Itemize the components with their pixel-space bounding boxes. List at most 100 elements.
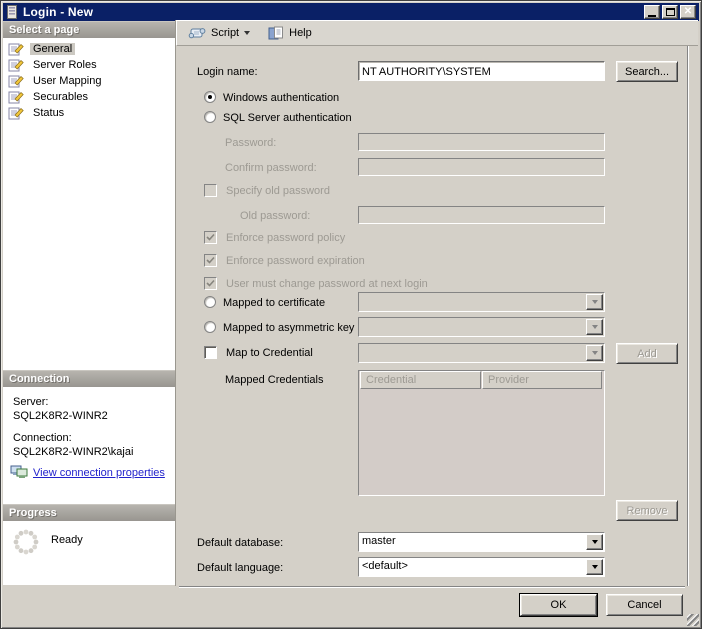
page-icon xyxy=(8,74,24,88)
must-change-password-checkbox xyxy=(204,277,217,290)
view-connection-properties-link[interactable]: View connection properties xyxy=(33,467,165,479)
enforce-password-expiration-label: Enforce password expiration xyxy=(226,255,365,267)
script-button-label: Script xyxy=(211,27,239,39)
progress-status: Ready xyxy=(51,534,83,546)
credential-combo xyxy=(358,343,605,363)
combo-field xyxy=(358,292,605,312)
certificate-combo xyxy=(358,292,605,312)
default-language-value: <default> xyxy=(362,560,585,572)
sidebar-item-label: General xyxy=(30,43,75,55)
page-icon xyxy=(8,58,24,72)
confirm-password-input xyxy=(358,158,605,176)
minimize-icon xyxy=(648,15,656,17)
map-to-credential-checkbox[interactable] xyxy=(204,346,217,359)
resize-grip[interactable] xyxy=(687,614,699,626)
chevron-down-icon xyxy=(592,351,598,355)
window-title: Login - New xyxy=(23,5,93,19)
footer-separator-highlight xyxy=(179,587,685,588)
check-icon xyxy=(206,256,215,265)
connection-panel: Server: SQL2K8R2-WINR2 Connection: SQL2K… xyxy=(3,387,176,504)
map-to-credential-label: Map to Credential xyxy=(226,347,313,359)
mapped-to-asymmetric-key-radio[interactable] xyxy=(204,321,216,333)
default-database-value: master xyxy=(362,535,585,547)
mapped-to-certificate-label: Mapped to certificate xyxy=(223,297,325,309)
chevron-down-icon xyxy=(592,540,598,544)
page-icon xyxy=(8,90,24,104)
cancel-button[interactable]: Cancel xyxy=(606,594,683,616)
connection-properties-icon xyxy=(10,465,28,483)
maximize-icon xyxy=(666,8,675,16)
combo-dropdown-button xyxy=(586,294,603,310)
combo-dropdown-button[interactable] xyxy=(586,534,603,550)
windows-authentication-label: Windows authentication xyxy=(223,92,339,104)
confirm-password-label: Confirm password: xyxy=(225,162,317,174)
ok-button[interactable]: OK xyxy=(520,594,597,616)
login-name-input[interactable] xyxy=(358,61,605,81)
close-button[interactable]: ✕ xyxy=(680,5,696,19)
sidebar-item-server-roles[interactable]: Server Roles xyxy=(3,57,176,73)
enforce-password-policy-checkbox xyxy=(204,231,217,244)
combo-dropdown-button[interactable] xyxy=(586,559,603,575)
chevron-down-icon xyxy=(244,31,250,35)
page-icon xyxy=(8,42,24,56)
sidebar-item-label: Securables xyxy=(30,91,91,103)
script-button[interactable]: Script xyxy=(182,22,256,44)
sidebar-item-label: Server Roles xyxy=(30,59,100,71)
help-button-label: Help xyxy=(289,27,312,39)
login-name-label: Login name: xyxy=(197,66,258,78)
close-icon: ✕ xyxy=(684,7,692,17)
sidebar-item-label: Status xyxy=(30,107,67,119)
chevron-down-icon xyxy=(592,300,598,304)
sidebar-item-status[interactable]: Status xyxy=(3,105,176,121)
asymmetric-key-combo xyxy=(358,317,605,337)
password-input xyxy=(358,133,605,151)
mapped-to-asymmetric-key-label: Mapped to asymmetric key xyxy=(223,322,354,334)
sidebar-item-general[interactable]: General xyxy=(3,41,176,57)
main-right-border-highlight xyxy=(688,46,689,586)
select-a-page-header: Select a page xyxy=(3,21,176,38)
check-icon xyxy=(206,233,215,242)
column-header-provider: Provider xyxy=(482,371,602,389)
combo-field xyxy=(358,343,605,363)
sidebar-main-divider xyxy=(175,20,176,586)
progress-panel: Ready xyxy=(3,521,176,585)
enforce-password-policy-label: Enforce password policy xyxy=(226,232,345,244)
sql-authentication-label: SQL Server authentication xyxy=(223,112,352,124)
connection-header: Connection xyxy=(3,370,176,387)
mapped-credentials-label: Mapped Credentials xyxy=(225,374,323,386)
server-value: SQL2K8R2-WINR2 xyxy=(13,410,108,422)
specify-old-password-checkbox xyxy=(204,184,217,197)
page-list-panel: General Server Roles User Mapping Secura… xyxy=(3,38,176,370)
sidebar-item-securables[interactable]: Securables xyxy=(3,89,176,105)
chevron-down-icon xyxy=(592,565,598,569)
default-database-combo[interactable]: master xyxy=(358,532,605,552)
mapped-to-certificate-radio[interactable] xyxy=(204,296,216,308)
search-button[interactable]: Search... xyxy=(616,61,678,82)
server-label: Server: xyxy=(13,396,48,408)
check-icon xyxy=(206,279,215,288)
minimize-button[interactable] xyxy=(644,5,660,19)
help-button[interactable]: Help xyxy=(262,22,318,44)
script-icon xyxy=(188,26,206,40)
remove-button: Remove xyxy=(616,500,678,521)
windows-authentication-radio[interactable] xyxy=(204,91,216,103)
maximize-button[interactable] xyxy=(662,5,678,19)
default-database-label: Default database: xyxy=(197,537,283,549)
radio-dot xyxy=(208,95,212,99)
enforce-password-expiration-checkbox xyxy=(204,254,217,267)
connection-label: Connection: xyxy=(13,432,72,444)
specify-old-password-label: Specify old password xyxy=(226,185,330,197)
mapped-credentials-table: Credential Provider xyxy=(358,370,605,496)
chevron-down-icon xyxy=(592,325,598,329)
default-language-label: Default language: xyxy=(197,562,283,574)
toolbar: Script Help xyxy=(176,20,698,46)
progress-spinner-icon xyxy=(12,528,40,559)
app-icon xyxy=(6,5,19,19)
connection-value: SQL2K8R2-WINR2\kajai xyxy=(13,446,133,458)
sql-authentication-radio[interactable] xyxy=(204,111,216,123)
sidebar-item-user-mapping[interactable]: User Mapping xyxy=(3,73,176,89)
old-password-label: Old password: xyxy=(240,210,310,222)
combo-dropdown-button xyxy=(586,345,603,361)
default-language-combo[interactable]: <default> xyxy=(358,557,605,577)
combo-dropdown-button xyxy=(586,319,603,335)
